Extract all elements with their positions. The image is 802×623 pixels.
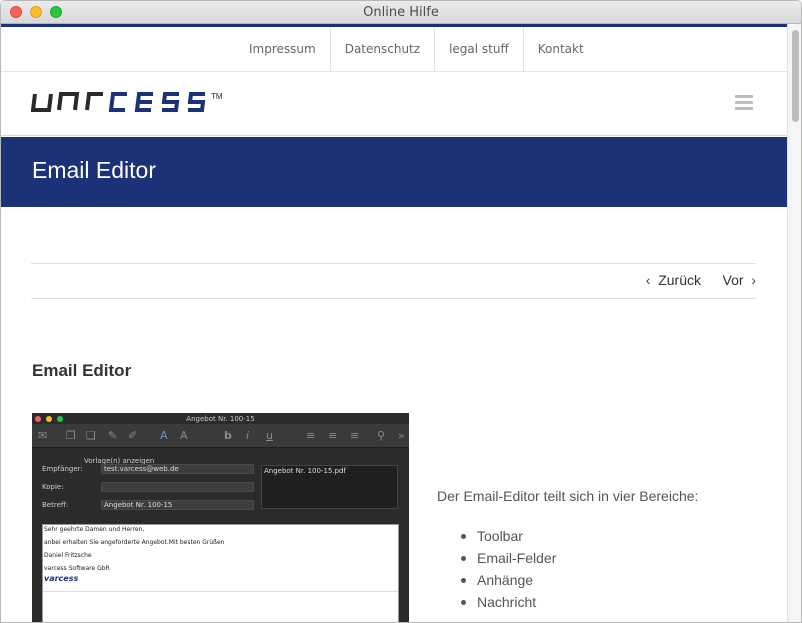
logo-trademark: TM [211, 92, 223, 101]
site-header: TM [1, 72, 787, 136]
attachment-area: Angebot Nr. 100-15.pdf [261, 465, 398, 509]
varcess-logo[interactable]: TM [30, 90, 251, 118]
cc-field [101, 482, 254, 492]
pen-icon: ✎ [108, 429, 118, 442]
areas-list: Toolbar Email-Felder Anhänge Nachricht [460, 525, 556, 613]
nav-link-datenschutz[interactable]: Datenschutz [331, 27, 436, 72]
message-line: anbei erhalten Sie angeforderte Angebot.… [44, 539, 225, 546]
intro-text: Der Email-Editor teilt sich in vier Bere… [437, 488, 699, 504]
italic-icon: i [246, 429, 250, 442]
page-content: Impressum Datenschutz legal stuff Kontak… [1, 27, 787, 622]
list-item: Toolbar [460, 525, 556, 547]
browser-window: Online Hilfe Impressum Datenschutz legal… [0, 0, 802, 623]
chevron-right-icon: › [751, 272, 756, 288]
chevron-left-icon: ‹ [645, 272, 651, 288]
email-editor-screenshot: Angebot Nr. 100-15 ✉ ❐ ❏ ✎ ✐ A A b i u ≡… [32, 413, 409, 622]
next-label: Vor [722, 272, 744, 288]
align-right-icon: ≡ [350, 429, 360, 442]
nav-link-impressum[interactable]: Impressum [235, 27, 331, 72]
to-label: Empfänger: [42, 465, 83, 473]
title-bar: Online Hilfe [1, 1, 801, 24]
top-navigation: Impressum Datenschutz legal stuff Kontak… [1, 27, 787, 72]
search-icon: ⚲ [377, 429, 386, 442]
previous-label: Zurück [658, 272, 701, 288]
list-item: Email-Felder [460, 547, 556, 569]
screenshot-toolbar: ✉ ❐ ❏ ✎ ✐ A A b i u ≡ ≡ ≡ ⚲ » [32, 424, 409, 448]
signature-logo: varcess [44, 574, 79, 583]
hamburger-icon[interactable] [735, 95, 753, 110]
scrollbar-thumb[interactable] [792, 30, 799, 122]
window-title: Online Hilfe [363, 5, 439, 20]
subject-field: Angebot Nr. 100-15 [101, 500, 254, 510]
nav-link-kontakt[interactable]: Kontakt [524, 27, 598, 72]
next-link[interactable]: Vor › [723, 272, 756, 288]
align-left-icon: ≡ [306, 429, 316, 442]
bold-icon: b [224, 429, 232, 442]
list-item: Anhänge [460, 569, 556, 591]
to-field: test.varcess@web.de [101, 464, 254, 474]
paste-icon: ❏ [86, 429, 96, 442]
nav-link-legal-stuff[interactable]: legal stuff [435, 27, 524, 72]
vertical-scrollbar[interactable] [787, 24, 801, 622]
section-title: Email Editor [32, 361, 132, 380]
message-area: Sehr geehrte Damen und Herren, anbei erh… [42, 524, 399, 622]
page-title: Email Editor [32, 157, 156, 183]
message-line: Sehr geehrte Damen und Herren, [44, 526, 145, 533]
message-line: varcess Software GbR [44, 565, 110, 572]
cc-label: Kopie: [42, 483, 64, 491]
more-icon: » [398, 429, 405, 442]
screenshot-title: Angebot Nr. 100-15 [186, 415, 255, 423]
list-item: Nachricht [460, 591, 556, 613]
post-navigation: ‹ Zurück Vor › [31, 263, 756, 299]
copy-icon: ❐ [66, 429, 76, 442]
align-center-icon: ≡ [328, 429, 338, 442]
brush-icon: ✐ [128, 429, 138, 442]
message-line: Daniel Fritzsche [44, 552, 92, 559]
previous-link[interactable]: ‹ Zurück [646, 272, 701, 288]
font-size-icon: A [180, 429, 188, 442]
font-icon: A [160, 429, 168, 442]
subject-label: Betreff: [42, 501, 69, 509]
underline-icon: u [266, 429, 273, 442]
mail-icon: ✉ [38, 429, 48, 442]
page-title-bar: Email Editor [1, 137, 787, 207]
